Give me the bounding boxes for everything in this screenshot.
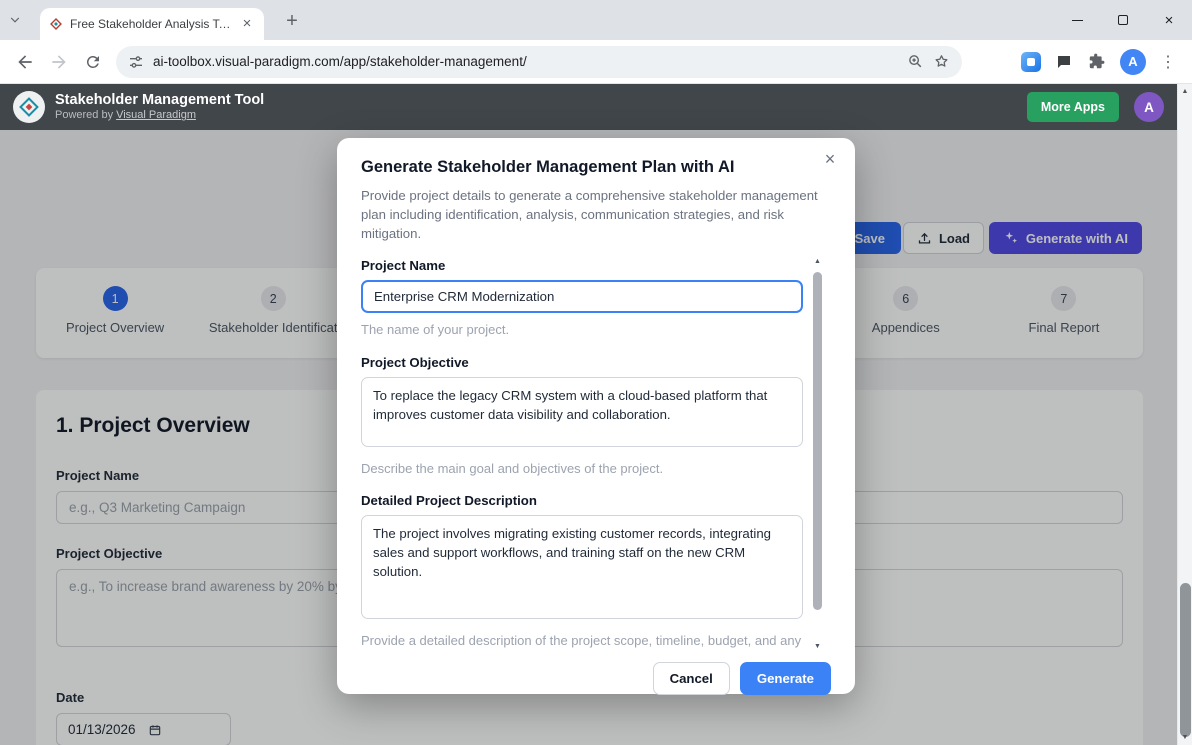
browser-actions: A ⋮ <box>1013 49 1184 75</box>
modal-scrollbar-down-icon[interactable]: ▼ <box>812 643 823 650</box>
browser-toolbar: ai-toolbox.visual-paradigm.com/app/stake… <box>0 40 1192 84</box>
extensions-puzzle-icon[interactable] <box>1087 52 1106 71</box>
modal-project-name-input[interactable] <box>361 280 803 313</box>
modal-close-icon[interactable]: × <box>819 148 841 170</box>
modal-scrollbar-up-icon[interactable]: ▲ <box>812 258 823 265</box>
visual-paradigm-link[interactable]: Visual Paradigm <box>116 109 196 121</box>
chat-extension-icon[interactable] <box>1055 53 1073 71</box>
bookmark-star-icon[interactable] <box>933 53 950 70</box>
tab-strip: Free Stakeholder Analysis Tool × + × <box>0 0 1192 40</box>
back-icon[interactable] <box>8 45 42 79</box>
modal-project-description-textarea[interactable]: The project involves migrating existing … <box>361 515 803 619</box>
window-maximize-button[interactable] <box>1100 0 1146 40</box>
generate-button[interactable]: Generate <box>740 662 831 695</box>
page-scrollbar-thumb[interactable] <box>1180 583 1191 737</box>
zoom-icon[interactable] <box>907 53 924 70</box>
modal-scrollbar-thumb[interactable] <box>813 272 822 610</box>
browser-menu-icon[interactable]: ⋮ <box>1160 52 1176 72</box>
tab-search-chevron-icon[interactable] <box>8 13 22 32</box>
window-controls: × <box>1054 0 1192 40</box>
modal-project-name-label: Project Name <box>361 258 803 273</box>
app-header: Stakeholder Management Tool Powered byVi… <box>0 84 1177 130</box>
visual-paradigm-logo <box>13 91 45 123</box>
modal-project-objective-help: Describe the main goal and objectives of… <box>361 460 803 478</box>
modal-scroll-area: Project Name The name of your project. P… <box>361 258 831 650</box>
new-tab-button[interactable]: + <box>278 7 306 35</box>
scrollbar-up-icon[interactable]: ▲ <box>1178 88 1192 95</box>
tab-favicon-icon <box>49 17 63 31</box>
browser-window: Free Stakeholder Analysis Tool × + × ai-… <box>0 0 1192 745</box>
reload-icon[interactable] <box>76 45 110 79</box>
url-text[interactable]: ai-toolbox.visual-paradigm.com/app/stake… <box>153 54 527 69</box>
cancel-button[interactable]: Cancel <box>653 662 730 695</box>
modal-project-description-help: Provide a detailed description of the pr… <box>361 632 803 651</box>
browser-tab[interactable]: Free Stakeholder Analysis Tool × <box>40 8 264 40</box>
forward-icon[interactable] <box>42 45 76 79</box>
window-minimize-button[interactable] <box>1054 0 1100 40</box>
generate-ai-modal: × Generate Stakeholder Management Plan w… <box>337 138 855 694</box>
site-settings-icon[interactable] <box>128 54 144 70</box>
modal-scrollbar[interactable]: ▲ ▼ <box>812 258 823 650</box>
page-scrollbar[interactable]: ▲ ▼ <box>1177 84 1192 745</box>
scrollbar-down-icon[interactable]: ▼ <box>1178 734 1192 741</box>
modal-project-description-label: Detailed Project Description <box>361 493 803 508</box>
modal-description: Provide project details to generate a co… <box>361 186 831 243</box>
powered-by: Powered byVisual Paradigm <box>55 109 264 123</box>
window-close-button[interactable]: × <box>1146 0 1192 40</box>
more-apps-button[interactable]: More Apps <box>1027 92 1119 122</box>
tab-close-icon[interactable]: × <box>239 16 255 32</box>
modal-footer: Cancel Generate <box>361 662 831 695</box>
browser-profile-avatar[interactable]: A <box>1120 49 1146 75</box>
address-bar[interactable]: ai-toolbox.visual-paradigm.com/app/stake… <box>116 46 962 78</box>
modal-project-name-help: The name of your project. <box>361 321 803 339</box>
modal-project-objective-textarea[interactable]: To replace the legacy CRM system with a … <box>361 377 803 447</box>
app-title: Stakeholder Management Tool <box>55 91 264 109</box>
user-avatar[interactable]: A <box>1134 92 1164 122</box>
tab-title: Free Stakeholder Analysis Tool <box>70 17 232 31</box>
extension-icon[interactable] <box>1021 52 1041 72</box>
modal-title: Generate Stakeholder Management Plan wit… <box>361 158 831 177</box>
modal-project-objective-label: Project Objective <box>361 355 803 370</box>
